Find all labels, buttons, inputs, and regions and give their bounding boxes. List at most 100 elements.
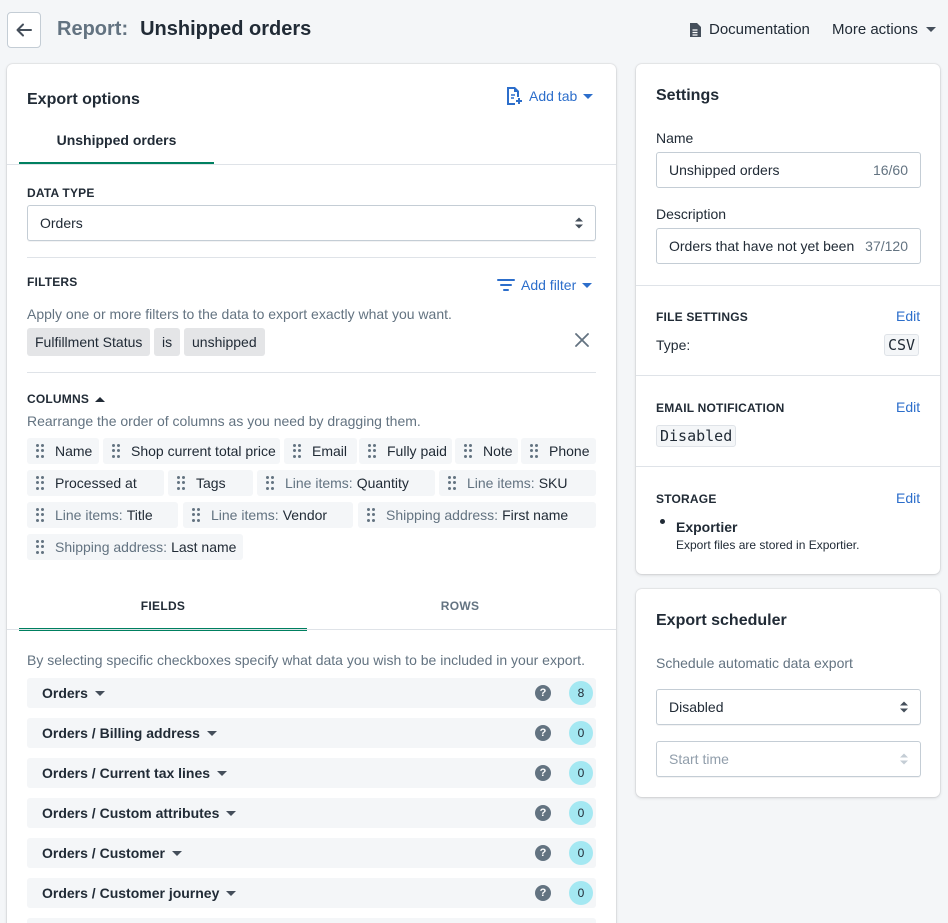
data-type-select[interactable]: Orders	[27, 205, 596, 241]
add-tab-button[interactable]: Add tab	[505, 86, 594, 106]
drag-handle-icon	[36, 508, 44, 522]
start-time-select[interactable]: Start time	[656, 741, 921, 777]
column-chip[interactable]: Fully paid	[359, 438, 452, 464]
column-name: Vendor	[282, 507, 328, 523]
column-chip[interactable]: Line items: Title	[27, 502, 178, 528]
description-field[interactable]: Orders that have not yet been shipped 37…	[656, 228, 921, 264]
field-group-row[interactable]: Orders / Customer journey ? 0	[27, 878, 596, 908]
divider	[27, 372, 596, 373]
column-chip[interactable]: Name	[27, 438, 99, 464]
field-group-row[interactable]: Orders ? 8	[27, 678, 596, 708]
column-name: Email	[312, 443, 348, 459]
column-chip[interactable]: Note	[455, 438, 518, 464]
close-icon[interactable]	[575, 333, 589, 347]
file-settings-label: FILE SETTINGS	[656, 310, 748, 324]
filter-value-chip[interactable]: unshipped	[184, 328, 265, 356]
field-group-label: Orders / Current tax lines	[42, 765, 211, 781]
caret-down-icon	[582, 282, 593, 288]
add-filter-label: Add filter	[521, 277, 577, 293]
column-prefix: Line items:	[211, 507, 279, 523]
divider	[636, 285, 940, 286]
add-filter-button[interactable]: Add filter	[497, 277, 593, 293]
tab-fields[interactable]: FIELDS	[19, 596, 307, 631]
field-group-label: Orders / Customer	[42, 845, 165, 861]
columns-toggle[interactable]: COLUMNS	[27, 392, 106, 406]
column-name: First name	[502, 507, 569, 523]
caret-down-icon	[226, 810, 237, 816]
column-chip[interactable]: Shipping address: First name	[358, 502, 596, 528]
caret-down-icon	[583, 93, 594, 99]
file-settings-edit-link[interactable]: Edit	[896, 308, 920, 324]
page-title-prefix: Report:	[57, 18, 129, 40]
email-notification-edit-link[interactable]: Edit	[896, 399, 920, 415]
field-group-row[interactable]: Orders / Billing address ? 0	[27, 718, 596, 748]
columns-label: COLUMNS	[27, 392, 90, 406]
documentation-link[interactable]: Documentation	[688, 21, 810, 38]
column-chip[interactable]: Processed at	[27, 470, 164, 496]
tab-rows[interactable]: ROWS	[316, 596, 604, 631]
add-tab-label: Add tab	[529, 88, 578, 104]
column-chip[interactable]: Email	[284, 438, 357, 464]
filters-help: Apply one or more filters to the data to…	[27, 306, 452, 322]
field-group-row[interactable]	[27, 918, 596, 923]
column-chip[interactable]: Tags	[168, 470, 253, 496]
schedule-value: Disabled	[669, 699, 724, 715]
column-chip[interactable]: Phone	[521, 438, 596, 464]
column-chip[interactable]: Shipping address: Last name	[27, 534, 243, 560]
name-value: Unshipped orders	[669, 162, 780, 178]
field-group-label: Orders / Billing address	[42, 725, 200, 741]
column-chip[interactable]: Line items: Quantity	[257, 470, 435, 496]
field-group-row[interactable]: Orders / Current tax lines ? 0	[27, 758, 596, 788]
column-name: SKU	[538, 475, 568, 491]
storage-edit-link[interactable]: Edit	[896, 490, 920, 506]
drag-handle-icon	[266, 476, 274, 490]
caret-up-icon	[95, 396, 106, 402]
field-group-row[interactable]: Orders / Custom attributes ? 0	[27, 798, 596, 828]
document-icon	[690, 22, 701, 37]
help-icon[interactable]: ?	[535, 765, 551, 781]
caret-down-icon	[226, 890, 237, 896]
tab-unshipped-orders[interactable]: Unshipped orders	[19, 120, 214, 165]
drag-handle-icon	[36, 444, 44, 458]
column-name: Title	[126, 507, 153, 523]
help-icon[interactable]: ?	[535, 885, 551, 901]
type-value: CSV	[884, 334, 920, 356]
filter-field-chip[interactable]: Fulfillment Status	[27, 328, 151, 356]
more-actions-button[interactable]: More actions	[832, 21, 936, 38]
drag-handle-icon	[36, 540, 44, 554]
field-group-toggle[interactable]: Orders / Custom attributes	[42, 805, 237, 821]
column-chip[interactable]: Line items: SKU	[439, 470, 596, 496]
field-group-row[interactable]: Orders / Customer ? 0	[27, 838, 596, 868]
more-actions-label: More actions	[832, 21, 918, 38]
field-group-toggle[interactable]: Orders / Customer	[42, 845, 182, 861]
tabs-divider	[7, 164, 616, 165]
count-badge: 0	[569, 761, 593, 785]
field-group-label: Orders / Customer journey	[42, 885, 220, 901]
export-options-title: Export options	[27, 91, 140, 108]
storage-description: Export files are stored in Exportier.	[676, 538, 860, 552]
count-badge: 0	[569, 801, 593, 825]
column-chip[interactable]: Line items: Vendor	[183, 502, 353, 528]
help-icon[interactable]: ?	[535, 805, 551, 821]
field-group-label: Orders / Custom attributes	[42, 805, 220, 821]
divider	[27, 257, 596, 258]
field-group-toggle[interactable]: Orders / Current tax lines	[42, 765, 228, 781]
help-icon[interactable]: ?	[535, 685, 551, 701]
select-arrows-icon	[900, 701, 908, 713]
field-group-toggle[interactable]: Orders / Customer journey	[42, 885, 237, 901]
schedule-select[interactable]: Disabled	[656, 689, 921, 725]
column-chip[interactable]: Shop current total price	[103, 438, 280, 464]
drag-handle-icon	[530, 444, 538, 458]
back-button[interactable]	[7, 12, 41, 48]
export-options-card: Export options Add tab Unshipped orders …	[7, 64, 616, 923]
data-type-value: Orders	[40, 215, 83, 231]
name-field[interactable]: Unshipped orders 16/60	[656, 152, 921, 188]
field-group-toggle[interactable]: Orders / Billing address	[42, 725, 217, 741]
column-name: Quantity	[356, 475, 409, 491]
filter-operator-chip[interactable]: is	[154, 328, 181, 356]
help-icon[interactable]: ?	[535, 845, 551, 861]
column-name: Tags	[196, 475, 226, 491]
help-icon[interactable]: ?	[535, 725, 551, 741]
documentation-label: Documentation	[709, 21, 810, 38]
field-group-toggle[interactable]: Orders	[42, 685, 105, 701]
